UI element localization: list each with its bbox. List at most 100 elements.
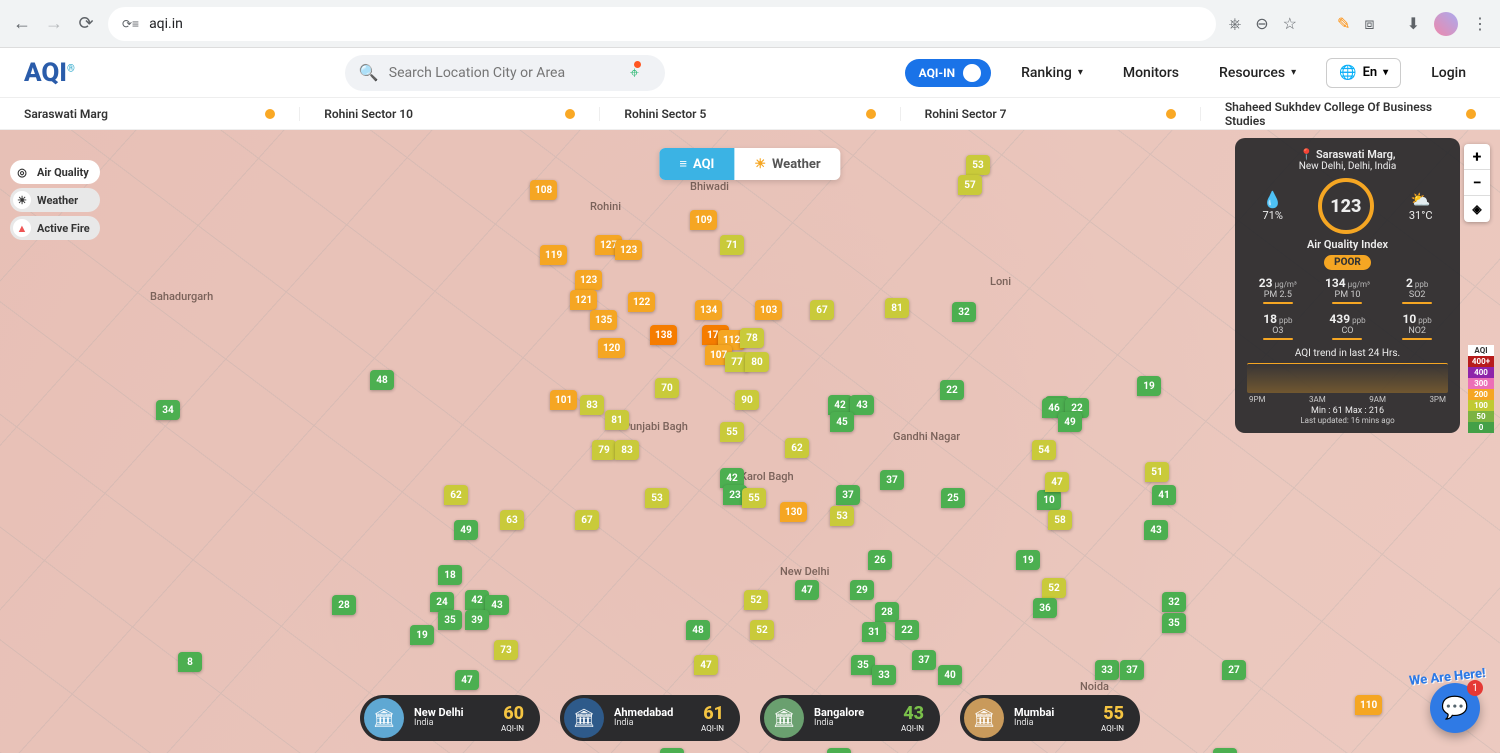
city-card[interactable]: 🏛BangaloreIndia43AQI-IN bbox=[760, 695, 940, 741]
city-card[interactable]: 🏛AhmedabadIndia61AQI-IN bbox=[560, 695, 740, 741]
reload-button[interactable]: ⟳ bbox=[76, 14, 96, 34]
aqi-marker[interactable]: 53 bbox=[830, 506, 854, 526]
site-logo[interactable]: AQI® bbox=[24, 58, 75, 88]
search-bar[interactable]: 🔍 ⌖ bbox=[345, 55, 665, 91]
chat-button[interactable]: 💬1 bbox=[1430, 683, 1480, 733]
aqi-marker[interactable]: 37 bbox=[836, 485, 860, 505]
city-card[interactable]: 🏛New DelhiIndia60AQI-IN bbox=[360, 695, 540, 741]
aqi-marker[interactable]: 135 bbox=[590, 310, 617, 330]
aqi-marker[interactable]: 33 bbox=[1095, 660, 1119, 680]
extension-icon[interactable]: ✎ bbox=[1337, 14, 1350, 33]
aqi-marker[interactable]: 73 bbox=[494, 640, 518, 660]
aqi-marker[interactable]: 58 bbox=[1048, 510, 1072, 530]
aqi-marker[interactable]: 83 bbox=[580, 395, 604, 415]
aqi-marker[interactable]: 108 bbox=[530, 180, 557, 200]
aqi-marker[interactable]: 34 bbox=[156, 400, 180, 420]
aqi-marker[interactable]: 48 bbox=[370, 370, 394, 390]
aqi-marker[interactable]: 52 bbox=[1042, 578, 1066, 598]
aqi-marker[interactable]: 103 bbox=[755, 300, 782, 320]
aqi-marker[interactable]: 29 bbox=[850, 580, 874, 600]
profile-avatar[interactable] bbox=[1434, 12, 1458, 36]
aqi-marker[interactable]: 134 bbox=[695, 300, 722, 320]
aqi-marker[interactable]: 70 bbox=[655, 378, 679, 398]
location-chip[interactable]: Rohini Sector 7 bbox=[901, 107, 1201, 121]
forward-button[interactable]: → bbox=[44, 14, 64, 34]
aqi-marker[interactable]: 43 bbox=[850, 395, 874, 415]
aqi-marker[interactable]: 36 bbox=[1033, 598, 1057, 618]
aqi-marker[interactable]: 109 bbox=[690, 210, 717, 230]
aqi-marker[interactable]: 53 bbox=[966, 155, 990, 175]
aqi-marker[interactable]: 54 bbox=[1032, 440, 1056, 460]
aqi-marker[interactable]: 67 bbox=[810, 300, 834, 320]
locate-icon[interactable]: ⌖ bbox=[630, 63, 639, 83]
aqi-marker[interactable]: 37 bbox=[1120, 660, 1144, 680]
aqi-marker[interactable]: 53 bbox=[645, 488, 669, 508]
aqi-marker[interactable]: 80 bbox=[745, 352, 769, 372]
mode-weather[interactable]: ☀Weather bbox=[734, 148, 840, 180]
aqi-marker[interactable]: 90 bbox=[735, 390, 759, 410]
aqi-marker[interactable]: 47 bbox=[694, 655, 718, 675]
aqi-marker[interactable]: 57 bbox=[958, 175, 982, 195]
aqi-marker[interactable]: 123 bbox=[615, 240, 642, 260]
aqi-marker[interactable]: 49 bbox=[1058, 412, 1082, 432]
aqi-marker[interactable]: 32 bbox=[1162, 592, 1186, 612]
aqi-unit-toggle[interactable]: AQI-IN bbox=[905, 59, 991, 87]
aqi-marker[interactable]: 39 bbox=[465, 610, 489, 630]
aqi-marker[interactable]: 27 bbox=[1222, 660, 1246, 680]
aqi-marker[interactable]: 37 bbox=[912, 650, 936, 670]
aqi-marker[interactable]: 43 bbox=[1144, 520, 1168, 540]
aqi-marker[interactable]: 119 bbox=[540, 245, 567, 265]
aqi-marker[interactable]: 101 bbox=[550, 390, 577, 410]
nav-monitors[interactable]: Monitors bbox=[1113, 65, 1189, 81]
aqi-marker[interactable]: 19 bbox=[1016, 550, 1040, 570]
aqi-marker[interactable]: 51 bbox=[1145, 462, 1169, 482]
menu-icon[interactable]: ⋮ bbox=[1472, 14, 1488, 33]
aqi-marker[interactable]: 37 bbox=[880, 470, 904, 490]
site-info-icon[interactable]: ⟳≡ bbox=[122, 17, 139, 31]
zoom-out-button[interactable]: − bbox=[1464, 170, 1490, 196]
aqi-marker[interactable]: 28 bbox=[875, 602, 899, 622]
aqi-marker[interactable]: 79 bbox=[592, 440, 616, 460]
language-selector[interactable]: 🌐 En ▾ bbox=[1326, 58, 1401, 88]
aqi-marker[interactable]: 48 bbox=[686, 620, 710, 640]
mode-aqi[interactable]: ≡AQI bbox=[659, 148, 734, 180]
city-card[interactable]: 🏛MumbaiIndia55AQI-IN bbox=[960, 695, 1140, 741]
bookmark-icon[interactable]: ☆ bbox=[1283, 14, 1297, 33]
aqi-marker[interactable]: 22 bbox=[895, 620, 919, 640]
map[interactable]: BahadurgarhNew DelhiNoidaRohiniLoniKarol… bbox=[0, 130, 1500, 753]
aqi-marker[interactable]: 138 bbox=[650, 325, 677, 345]
aqi-marker[interactable]: 40 bbox=[938, 665, 962, 685]
recenter-button[interactable]: ◈ bbox=[1464, 196, 1490, 222]
location-chip[interactable]: Rohini Sector 5 bbox=[600, 107, 900, 121]
aqi-marker[interactable]: 22 bbox=[940, 380, 964, 400]
layer-air-quality[interactable]: ◎Air Quality bbox=[10, 160, 100, 184]
location-icon[interactable]: ⎈ bbox=[1228, 14, 1241, 34]
aqi-marker[interactable]: 62 bbox=[785, 438, 809, 458]
search-input[interactable] bbox=[389, 65, 632, 81]
aqi-marker[interactable]: 63 bbox=[500, 510, 524, 530]
aqi-marker[interactable]: 121 bbox=[570, 290, 597, 310]
aqi-marker[interactable]: 130 bbox=[780, 502, 807, 522]
aqi-marker[interactable]: 35 bbox=[1162, 613, 1186, 633]
aqi-marker[interactable]: 55 bbox=[742, 488, 766, 508]
aqi-marker[interactable]: 67 bbox=[575, 510, 599, 530]
aqi-marker[interactable]: 47 bbox=[795, 580, 819, 600]
aqi-marker[interactable]: 38 bbox=[660, 748, 684, 753]
aqi-marker[interactable]: 47 bbox=[455, 670, 479, 690]
address-bar[interactable]: ⟳≡ aqi.in bbox=[108, 7, 1216, 41]
zoom-icon[interactable]: ⊖ bbox=[1255, 14, 1268, 33]
aqi-marker[interactable]: 123 bbox=[575, 270, 602, 290]
aqi-marker[interactable]: 62 bbox=[444, 485, 468, 505]
aqi-marker[interactable]: 78 bbox=[740, 328, 764, 348]
aqi-marker[interactable]: 28 bbox=[332, 595, 356, 615]
aqi-marker[interactable]: 55 bbox=[720, 422, 744, 442]
nav-resources[interactable]: Resources bbox=[1209, 65, 1306, 81]
zoom-in-button[interactable]: + bbox=[1464, 144, 1490, 170]
aqi-marker[interactable]: 71 bbox=[720, 235, 744, 255]
aqi-marker[interactable]: 35 bbox=[438, 610, 462, 630]
aqi-marker[interactable]: 52 bbox=[750, 620, 774, 640]
nav-ranking[interactable]: Ranking bbox=[1011, 65, 1093, 81]
aqi-marker[interactable]: 120 bbox=[598, 338, 625, 358]
aqi-marker[interactable]: 122 bbox=[628, 292, 655, 312]
aqi-marker[interactable]: 83 bbox=[615, 440, 639, 460]
